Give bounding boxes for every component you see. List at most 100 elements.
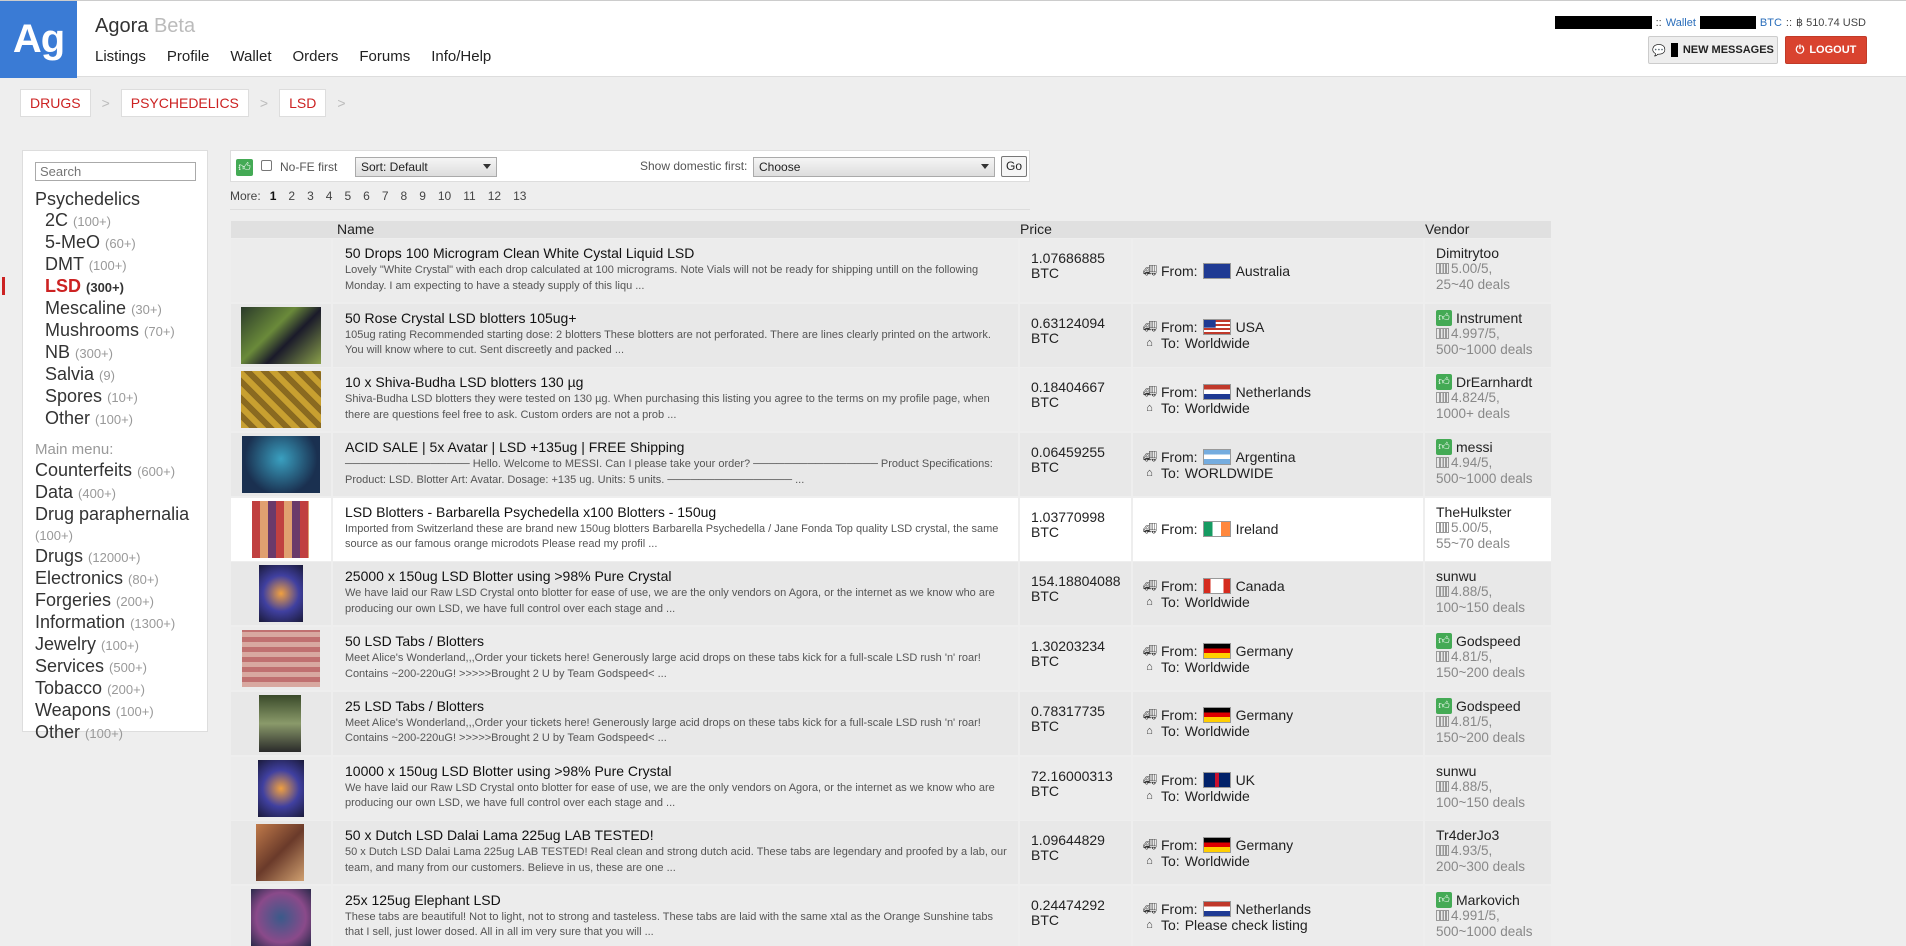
- page-link-8[interactable]: 8: [401, 189, 408, 203]
- wallet-link[interactable]: Wallet: [1666, 17, 1696, 29]
- logo[interactable]: Ag: [0, 1, 77, 78]
- main-menu-item-counterfeits[interactable]: Counterfeits (600+): [35, 460, 195, 482]
- sidebar-item-dmt[interactable]: DMT (100+): [45, 254, 195, 276]
- vendor-name[interactable]: TheHulkster: [1436, 504, 1511, 520]
- main-menu-item-drugs[interactable]: Drugs (12000+): [35, 546, 195, 568]
- btc-link[interactable]: BTC: [1760, 17, 1782, 29]
- breadcrumb-psychedelics[interactable]: PSYCHEDELICS: [120, 89, 249, 117]
- sidebar-item-salvia[interactable]: Salvia (9): [45, 364, 195, 386]
- listing-thumbnail[interactable]: [242, 436, 320, 494]
- vendor-name[interactable]: Dimitrytoo: [1436, 245, 1499, 261]
- listing-thumbnail[interactable]: [241, 371, 321, 429]
- new-messages-button[interactable]: 💬 NEW MESSAGES: [1648, 36, 1778, 64]
- listing-thumbnail[interactable]: [258, 759, 304, 817]
- main-menu-item-data[interactable]: Data (400+): [35, 482, 195, 504]
- listing-title[interactable]: 50 LSD Tabs / Blotters: [345, 633, 484, 649]
- listing-thumbnail[interactable]: [259, 565, 303, 623]
- page-link-6[interactable]: 6: [363, 189, 370, 203]
- main-menu-item-other[interactable]: Other (100+): [35, 722, 195, 744]
- vendor-name[interactable]: 👍︎ Godspeed: [1436, 697, 1521, 714]
- sort-select[interactable]: Sort: Default: [355, 157, 497, 177]
- vendor-link[interactable]: TheHulkster: [1436, 504, 1511, 520]
- page-link-7[interactable]: 7: [382, 189, 389, 203]
- go-button[interactable]: Go: [1001, 156, 1027, 177]
- listing-title[interactable]: 25x 125ug Elephant LSD: [345, 892, 501, 908]
- sidebar-item-other[interactable]: Other (100+): [45, 408, 195, 430]
- sidebar-item-spores[interactable]: Spores (10+): [45, 386, 195, 408]
- vendor-link[interactable]: sunwu: [1436, 568, 1476, 584]
- logout-button[interactable]: ⏻ LOGOUT: [1785, 36, 1867, 64]
- vendor-link[interactable]: Dimitrytoo: [1436, 245, 1499, 261]
- vendor-name[interactable]: Tr4derJo3: [1436, 827, 1499, 843]
- page-link-4[interactable]: 4: [326, 189, 333, 203]
- page-link-9[interactable]: 9: [419, 189, 426, 203]
- table-row[interactable]: 25000 x 150ug LSD Blotter using >98% Pur…: [231, 562, 1551, 627]
- nav-profile[interactable]: Profile: [167, 48, 210, 65]
- nav-forums[interactable]: Forums: [359, 48, 410, 65]
- sidebar-item-lsd[interactable]: LSD (300+): [45, 276, 195, 298]
- page-link-1[interactable]: 1: [270, 189, 277, 203]
- listing-title[interactable]: 10 x Shiva-Budha LSD blotters 130 µg: [345, 374, 583, 390]
- listing-title[interactable]: 50 Drops 100 Microgram Clean White Cysta…: [345, 245, 694, 261]
- listing-thumbnail[interactable]: [251, 888, 311, 946]
- page-link-13[interactable]: 13: [513, 189, 526, 203]
- table-row[interactable]: 10 x Shiva-Budha LSD blotters 130 µg Shiv…: [231, 368, 1551, 433]
- nav-listings[interactable]: Listings: [95, 48, 146, 65]
- listing-title[interactable]: 50 x Dutch LSD Dalai Lama 225ug LAB TEST…: [345, 827, 654, 843]
- sidebar-item-nb[interactable]: NB (300+): [45, 342, 195, 364]
- nav-wallet[interactable]: Wallet: [230, 48, 271, 65]
- nofe-checkbox[interactable]: [261, 160, 272, 171]
- table-row[interactable]: 10000 x 150ug LSD Blotter using >98% Pur…: [231, 756, 1551, 822]
- main-menu-item-services[interactable]: Services (500+): [35, 656, 195, 678]
- header-price[interactable]: Price: [1020, 221, 1052, 237]
- listing-thumbnail[interactable]: [259, 694, 301, 752]
- vendor-link[interactable]: DrEarnhardt: [1456, 374, 1532, 390]
- table-row[interactable]: 25 LSD Tabs / Blotters Meet Alice's Wonde…: [231, 691, 1551, 757]
- nav-info-help[interactable]: Info/Help: [431, 48, 491, 65]
- vendor-link[interactable]: messi: [1456, 439, 1493, 455]
- main-menu-item-forgeries[interactable]: Forgeries (200+): [35, 590, 195, 612]
- table-row[interactable]: 50 x Dutch LSD Dalai Lama 225ug LAB TEST…: [231, 821, 1551, 886]
- listing-title[interactable]: ACID SALE | 5x Avatar | LSD +135ug | FRE…: [345, 439, 684, 455]
- listing-thumbnail[interactable]: [242, 630, 320, 688]
- sidebar-item-mushrooms[interactable]: Mushrooms (70+): [45, 320, 195, 342]
- page-link-5[interactable]: 5: [344, 189, 351, 203]
- sidebar-item-5-meo[interactable]: 5-MeO (60+): [45, 232, 195, 254]
- table-row[interactable]: LSD Blotters - Barbarella Psychedella x1…: [231, 497, 1551, 563]
- main-menu-item-weapons[interactable]: Weapons (100+): [35, 700, 195, 722]
- listing-title[interactable]: 10000 x 150ug LSD Blotter using >98% Pur…: [345, 763, 671, 779]
- nav-orders[interactable]: Orders: [293, 48, 339, 65]
- domestic-select[interactable]: Choose: [753, 157, 995, 177]
- thumbs-up-icon[interactable]: 👍︎: [236, 159, 253, 176]
- vendor-name[interactable]: 👍︎ DrEarnhardt: [1436, 374, 1532, 391]
- main-menu-item-jewelry[interactable]: Jewelry (100+): [35, 634, 195, 656]
- page-link-10[interactable]: 10: [438, 189, 451, 203]
- vendor-link[interactable]: sunwu: [1436, 763, 1476, 779]
- table-row[interactable]: 25x 125ug Elephant LSD These tabs are bea…: [231, 885, 1551, 946]
- page-link-12[interactable]: 12: [488, 189, 501, 203]
- main-menu-item-tobacco[interactable]: Tobacco (200+): [35, 678, 195, 700]
- breadcrumb-lsd[interactable]: LSD: [279, 89, 327, 117]
- vendor-name[interactable]: sunwu: [1436, 763, 1476, 779]
- listing-title[interactable]: LSD Blotters - Barbarella Psychedella x1…: [345, 504, 716, 520]
- sidebar-item-2c[interactable]: 2C (100+): [45, 210, 195, 232]
- page-link-11[interactable]: 11: [463, 189, 475, 203]
- table-row[interactable]: 50 Rose Crystal LSD blotters 105ug+ 105ug…: [231, 303, 1551, 369]
- page-link-3[interactable]: 3: [307, 189, 314, 203]
- vendor-link[interactable]: Markovich: [1456, 892, 1520, 908]
- table-row[interactable]: 50 Drops 100 Microgram Clean White Cysta…: [231, 239, 1551, 304]
- search-input[interactable]: [35, 162, 196, 181]
- listing-thumbnail[interactable]: [252, 500, 309, 558]
- listing-title[interactable]: 50 Rose Crystal LSD blotters 105ug+: [345, 310, 577, 326]
- main-menu-item-information[interactable]: Information (1300+): [35, 612, 195, 634]
- main-menu-item-electronics[interactable]: Electronics (80+): [35, 568, 195, 590]
- vendor-name[interactable]: 👍︎ Godspeed: [1436, 633, 1521, 650]
- vendor-name[interactable]: 👍︎ Instrument: [1436, 309, 1522, 326]
- listing-title[interactable]: 25 LSD Tabs / Blotters: [345, 698, 484, 714]
- main-menu-item-drug-paraphernalia[interactable]: Drug paraphernalia (100+): [35, 504, 195, 546]
- header-name[interactable]: Name: [337, 221, 374, 237]
- listing-title[interactable]: 25000 x 150ug LSD Blotter using >98% Pur…: [345, 568, 671, 584]
- listing-thumbnail[interactable]: [256, 824, 304, 882]
- vendor-name[interactable]: 👍︎ messi: [1436, 439, 1493, 456]
- vendor-name[interactable]: 👍︎ Markovich: [1436, 891, 1520, 908]
